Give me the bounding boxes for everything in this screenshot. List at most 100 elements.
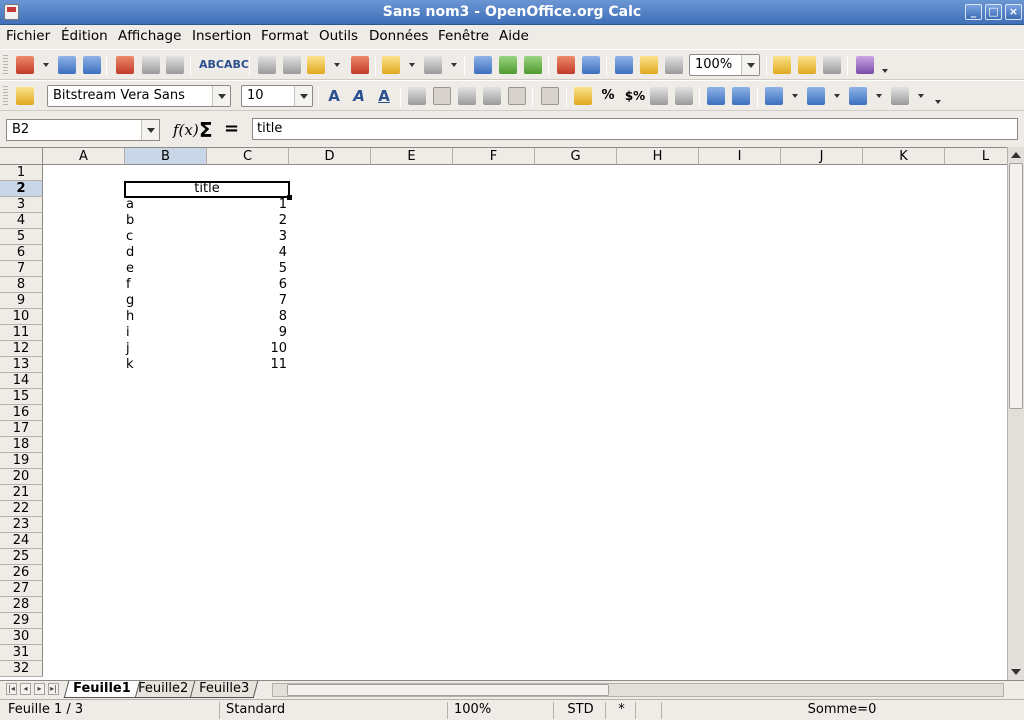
cell-label[interactable]: e [124,261,206,277]
align-vertical-center-icon[interactable] [541,87,559,105]
font-size-dropdown-icon[interactable] [294,86,312,106]
name-box-dropdown-icon[interactable] [141,120,159,140]
row-header-31[interactable]: 31 [0,645,43,661]
column-header-i[interactable]: I [699,148,781,165]
horizontal-scroll-thumb[interactable] [287,684,609,696]
row-header-18[interactable]: 18 [0,437,43,453]
chart-icon[interactable] [557,56,575,74]
column-header-b[interactable]: B [125,148,207,165]
styles-formatting-icon[interactable] [16,87,34,105]
name-box[interactable]: B2 [6,119,160,141]
borders-dropdown-icon[interactable] [792,94,798,98]
next-sheet-icon[interactable]: ▸ [34,683,45,695]
cell-value[interactable]: 10 [207,341,289,357]
align-left-icon[interactable] [408,87,426,105]
open-icon[interactable] [58,56,76,74]
row-header-12[interactable]: 12 [0,341,43,357]
font-name-combo[interactable]: Bitstream Vera Sans [47,85,231,107]
paste-dropdown-icon[interactable] [334,63,340,67]
cell-label[interactable]: g [124,293,206,309]
row-header-4[interactable]: 4 [0,213,43,229]
undo-dropdown-icon[interactable] [409,63,415,67]
cell-value[interactable]: 9 [207,325,289,341]
insert-object-icon[interactable] [823,56,841,74]
hyperlink-icon[interactable] [474,56,492,74]
menu-fenetre[interactable]: Fenêtre [438,28,489,44]
last-sheet-icon[interactable]: ▸| [48,683,59,695]
sheet-tab-feuille3[interactable]: Feuille3 [189,681,259,698]
page-preview-icon[interactable] [166,56,184,74]
column-header-f[interactable]: F [453,148,535,165]
new-icon[interactable] [16,56,34,74]
new-dropdown-icon[interactable] [43,63,49,67]
cell-value[interactable]: 1 [207,197,289,213]
borders-icon[interactable] [765,87,783,105]
delete-decimal-icon[interactable] [675,87,693,105]
decrease-indent-icon[interactable] [707,87,725,105]
minimize-button[interactable]: _ [965,4,982,20]
cell-label[interactable]: k [124,357,206,373]
spreadsheet-grid[interactable]: A B C D E F G H I J K L 1 2 3 4 5 6 7 8 9 10 11 12 13 14 15 16 17 18 1… [0,147,1007,680]
add-decimal-icon[interactable] [650,87,668,105]
font-size-combo[interactable]: 10 [241,85,313,107]
cell-label[interactable]: c [124,229,206,245]
percent-format-icon[interactable]: % [599,87,617,105]
cell-value[interactable]: 6 [207,277,289,293]
font-name-dropdown-icon[interactable] [212,86,230,106]
font-color-icon[interactable] [849,87,867,105]
column-header-a[interactable]: A [43,148,125,165]
standard-format-icon[interactable]: $% [624,87,646,105]
row-header-22[interactable]: 22 [0,501,43,517]
cut-icon[interactable] [258,56,276,74]
justify-icon[interactable] [483,87,501,105]
formula-input[interactable]: title [252,118,1018,140]
row-header-11[interactable]: 11 [0,325,43,341]
conditional-format-dropdown-icon[interactable] [918,94,924,98]
merge-cells-icon[interactable] [508,87,526,105]
cell-label[interactable]: a [124,197,206,213]
zoom-combo[interactable]: 100% [689,54,760,76]
font-color-dropdown-icon[interactable] [876,94,882,98]
row-header-30[interactable]: 30 [0,629,43,645]
status-zoom[interactable]: 100% [450,702,554,719]
cell-value[interactable]: 3 [207,229,289,245]
cell-value[interactable]: 8 [207,309,289,325]
increase-indent-icon[interactable] [732,87,750,105]
column-header-g[interactable]: G [535,148,617,165]
cell-value[interactable]: 5 [207,261,289,277]
row-header-15[interactable]: 15 [0,389,43,405]
edit-file-icon[interactable] [773,56,791,74]
bold-icon[interactable]: A [325,87,343,105]
cell-label[interactable]: i [124,325,206,341]
status-page-style[interactable]: Standard [222,702,448,719]
first-sheet-icon[interactable]: |◂ [6,683,17,695]
row-header-25[interactable]: 25 [0,549,43,565]
column-header-k[interactable]: K [863,148,945,165]
row-header-13[interactable]: 13 [0,357,43,373]
column-header-d[interactable]: D [289,148,371,165]
column-header-h[interactable]: H [617,148,699,165]
cell-label[interactable]: d [124,245,206,261]
menu-edition[interactable]: Édition [61,28,108,44]
row-header-16[interactable]: 16 [0,405,43,421]
menu-affichage[interactable]: Affichage [118,28,181,44]
row-header-1[interactable]: 1 [0,165,43,181]
sort-ascending-icon[interactable] [499,56,517,74]
column-header-j[interactable]: J [781,148,863,165]
horizontal-scrollbar[interactable] [272,683,1004,697]
gallery-icon[interactable] [640,56,658,74]
save-icon[interactable] [83,56,101,74]
row-header-29[interactable]: 29 [0,613,43,629]
menu-insertion[interactable]: Insertion [192,28,251,44]
copy-icon[interactable] [283,56,301,74]
underline-icon[interactable]: A [375,87,393,105]
row-header-20[interactable]: 20 [0,469,43,485]
row-header-8[interactable]: 8 [0,277,43,293]
redo-dropdown-icon[interactable] [451,63,457,67]
help-icon[interactable] [856,56,874,74]
row-header-2[interactable]: 2 [0,181,43,197]
currency-format-icon[interactable] [574,87,592,105]
status-selection-mode[interactable]: STD [556,702,606,719]
function-icon[interactable]: = [224,118,239,139]
cell-label[interactable]: f [124,277,206,293]
